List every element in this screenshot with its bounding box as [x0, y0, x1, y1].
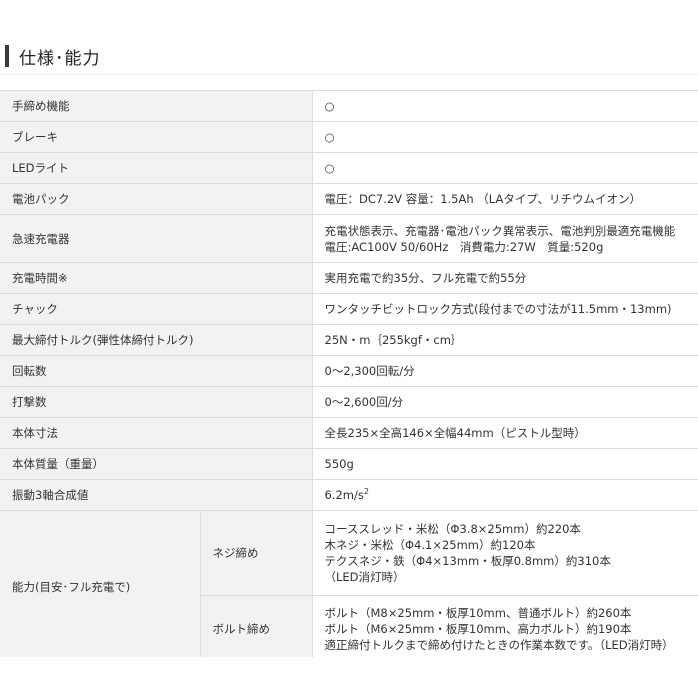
spec-value-superscript: 2: [363, 487, 369, 497]
spec-value-line: 電圧:AC100V 50/60Hz 消費電力:27W 質量:520g: [324, 239, 604, 254]
spec-row: ブレーキ ○: [0, 121, 698, 153]
capacity-line: コーススレッド・米松（Φ3.8×25mm）約220本: [324, 522, 581, 536]
spec-value: 電圧：DC7.2V 容量：1.5Ah （LAタイプ、リチウムイオン）: [311, 183, 698, 215]
capacity-value-screw: コーススレッド・米松（Φ3.8×25mm）約220本 木ネジ・米松（Φ4.1×2…: [311, 510, 698, 596]
page-bottom-area: [0, 657, 698, 698]
spec-row: LEDライト ○: [0, 152, 698, 184]
capacity-line: 適正締付トルクまで締め付けたときの作業本数です。（LED消灯時）: [324, 638, 674, 652]
spec-row: 回転数 0～2,300回転/分: [0, 355, 698, 387]
spec-value: ○: [311, 90, 698, 122]
spec-label: 回転数: [0, 355, 312, 387]
spec-label: 最大締付トルク(弾性体締付トルク): [0, 324, 312, 356]
spec-label: 電池パック: [0, 183, 312, 215]
capacity-value-bolt: ボルト（M8×25mm・板厚10mm、普通ボルト）約260本 ボルト（M6×25…: [311, 595, 698, 663]
spec-value: ○: [311, 121, 698, 153]
spec-value: 全長235×全高146×全幅44mm（ピストル型時）: [311, 417, 698, 449]
spec-label: LEDライト: [0, 152, 312, 184]
spec-label: 本体質量（重量）: [0, 448, 312, 480]
capacity-row-screw: 能力(目安･フル充電で) ネジ締め コーススレッド・米松（Φ3.8×25mm）約…: [0, 510, 698, 663]
spec-value: ワンタッチビットロック方式(段付までの寸法が11.5mm・13mm): [311, 293, 698, 325]
spec-value-text: 6.2m/s: [324, 488, 364, 502]
spec-row: 打撃数 0～2,600回/分: [0, 386, 698, 418]
capacity-line: ボルト（M8×25mm・板厚10mm、普通ボルト）約260本: [324, 606, 632, 620]
spec-value-line: 充電状態表示、充電器･電池パック異常表示、電池判別最適充電機能: [324, 223, 676, 238]
spec-label: 手締め機能: [0, 90, 312, 122]
spec-row: 本体寸法 全長235×全高146×全幅44mm（ピストル型時）: [0, 417, 698, 449]
spec-value: 0～2,600回/分: [311, 386, 698, 418]
spec-row: 最大締付トルク(弾性体締付トルク) 25N・m｛255kgf・cm｝: [0, 324, 698, 356]
heading-divider: [0, 74, 698, 75]
spec-row: 充電時間※ 実用充電で約35分、フル充電で約55分: [0, 262, 698, 294]
spec-label: ブレーキ: [0, 121, 312, 153]
spec-row: 手締め機能 ○: [0, 90, 698, 122]
spec-label: 振動3軸合成値: [0, 479, 312, 511]
capacity-line: （LED消灯時）: [324, 570, 405, 584]
spec-label: 急速充電器: [0, 214, 312, 263]
spec-value: 25N・m｛255kgf・cm｝: [311, 324, 698, 356]
capacity-label: 能力(目安･フル充電で): [0, 510, 200, 663]
capacity-sub-label-screw: ネジ締め: [199, 510, 312, 596]
spec-value: 実用充電で約35分、フル充電で約55分: [311, 262, 698, 294]
spec-value: 550g: [311, 448, 698, 480]
capacity-sub-label-bolt: ボルト締め: [199, 595, 312, 663]
section-heading: 仕様･能力: [5, 43, 101, 69]
capacity-line: テクスネジ・鉄（Φ4×13mm・板厚0.8mm）約310本: [324, 554, 611, 568]
spec-label: 本体寸法: [0, 417, 312, 449]
capacity-line: ボルト（M6×25mm・板厚10mm、高力ボルト）約190本: [324, 622, 632, 636]
section-title: 仕様･能力: [19, 48, 101, 69]
spec-label: 充電時間※: [0, 262, 312, 294]
spec-value: 充電状態表示、充電器･電池パック異常表示、電池判別最適充電機能 電圧:AC100…: [311, 214, 698, 263]
spec-row: 振動3軸合成値 6.2m/s2: [0, 479, 698, 511]
spec-row: チャック ワンタッチビットロック方式(段付までの寸法が11.5mm・13mm): [0, 293, 698, 325]
spec-row: 本体質量（重量） 550g: [0, 448, 698, 480]
spec-value: 6.2m/s2: [311, 479, 698, 511]
spec-label: 打撃数: [0, 386, 312, 418]
spec-value: 0～2,300回転/分: [311, 355, 698, 387]
spec-row: 電池パック 電圧：DC7.2V 容量：1.5Ah （LAタイプ、リチウムイオン）: [0, 183, 698, 215]
spec-table: 手締め機能 ○ ブレーキ ○ LEDライト ○ 電池パック 電圧：DC7.2V …: [0, 90, 698, 663]
heading-accent-bar: [5, 45, 9, 67]
spec-label: チャック: [0, 293, 312, 325]
capacity-line: 木ネジ・米松（Φ4.1×25mm）約120本: [324, 538, 536, 552]
spec-value: ○: [311, 152, 698, 184]
spec-row: 急速充電器 充電状態表示、充電器･電池パック異常表示、電池判別最適充電機能 電圧…: [0, 214, 698, 263]
